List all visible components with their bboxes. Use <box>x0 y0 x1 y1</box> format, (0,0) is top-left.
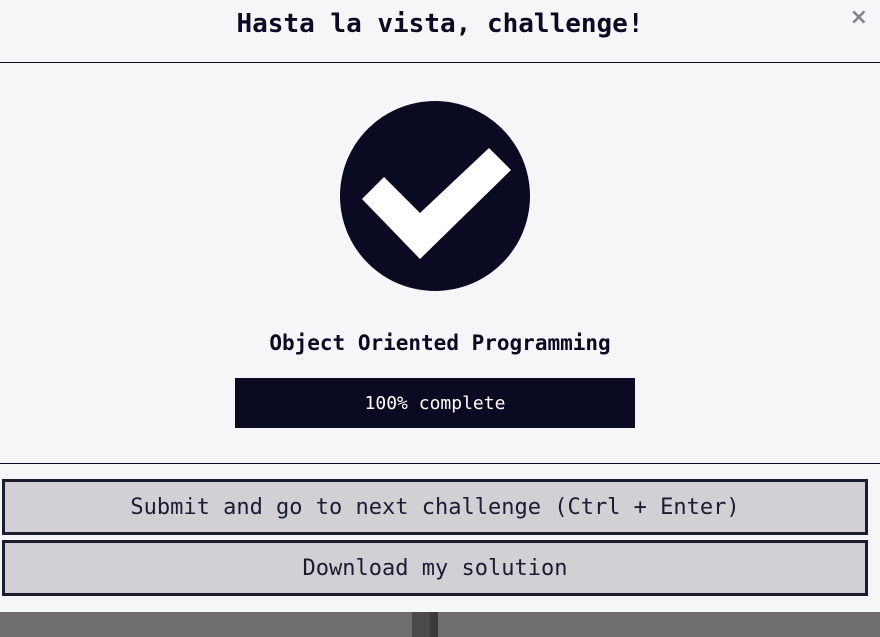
submit-next-challenge-button[interactable]: Submit and go to next challenge (Ctrl + … <box>2 479 868 535</box>
modal-title: Hasta la vista, challenge! <box>236 9 644 39</box>
download-solution-button[interactable]: Download my solution <box>2 540 868 596</box>
close-icon[interactable]: × <box>850 6 868 30</box>
modal-footer: Submit and go to next challenge (Ctrl + … <box>0 464 880 596</box>
check-circle-icon <box>340 101 530 291</box>
modal-header: Hasta la vista, challenge! × <box>0 0 880 63</box>
challenge-name: Object Oriented Programming <box>269 331 611 355</box>
completion-modal: Hasta la vista, challenge! × Object Orie… <box>0 0 880 612</box>
progress-bar: 100% complete <box>235 378 635 428</box>
modal-body: Object Oriented Programming 100% complet… <box>0 63 880 464</box>
background-editor-divider <box>412 612 430 637</box>
background-editor-divider-shadow <box>430 612 438 637</box>
progress-label: 100% complete <box>364 392 506 414</box>
